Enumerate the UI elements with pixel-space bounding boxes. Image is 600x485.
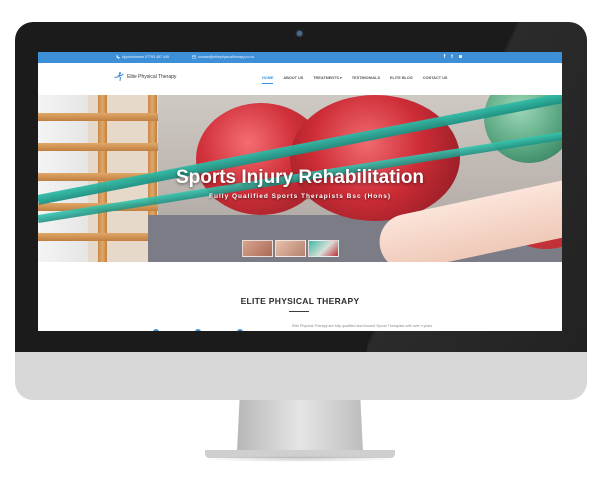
wall-bar-rung <box>38 113 158 121</box>
brand-name: Elite Physical Therapy <box>127 73 177 80</box>
nav-elite-blog[interactable]: ELITE BLOG <box>390 76 413 80</box>
instagram-icon[interactable]: ◙ <box>459 54 462 60</box>
nav-about-us[interactable]: ABOUT US <box>283 76 303 80</box>
website-screen: Appointments 07793 457 445 contact@elite… <box>38 52 562 331</box>
title-divider <box>289 311 309 312</box>
phone-text: Appointments 07793 457 445 <box>122 55 169 59</box>
nav-treatments[interactable]: TREATMENTS ▾ <box>313 76 342 80</box>
feature-icon <box>195 329 201 331</box>
about-section: ELITE PHYSICAL THERAPY Elite Physical Th… <box>38 262 562 331</box>
phone-icon <box>116 55 120 59</box>
slide-thumbnail[interactable] <box>242 240 273 257</box>
hero-title: Sports Injury Rehabilitation <box>175 167 425 188</box>
nav-home[interactable]: HOME <box>262 76 274 84</box>
section-title: ELITE PHYSICAL THERAPY <box>240 296 360 306</box>
stand-shadow <box>200 456 400 462</box>
email-text: contact@elitephysicaltherapy.co.uk <box>198 55 255 59</box>
hero-slider[interactable]: Sports Injury Rehabilitation Fully Quali… <box>38 95 562 262</box>
webcam-icon <box>297 31 302 36</box>
chevron-down-icon: ▾ <box>339 76 342 80</box>
wall-bar-rung <box>38 143 158 151</box>
phone-contact[interactable]: Appointments 07793 457 445 <box>116 55 169 59</box>
nav-contact-us[interactable]: CONTACT US <box>423 76 448 80</box>
feature-icons <box>153 329 243 331</box>
nav-testimonials[interactable]: TESTIMONIALS <box>352 76 380 80</box>
slider-thumbnails <box>242 240 339 257</box>
twitter-icon[interactable]: t <box>451 54 453 60</box>
site-logo[interactable]: Elite Physical Therapy <box>114 72 176 81</box>
email-contact[interactable]: contact@elitephysicaltherapy.co.uk <box>192 55 254 59</box>
contact-topbar: Appointments 07793 457 445 contact@elite… <box>38 52 562 63</box>
feature-icon <box>153 329 159 331</box>
email-icon <box>192 55 196 59</box>
slide-thumbnail[interactable] <box>275 240 306 257</box>
feature-icon <box>237 329 243 331</box>
monitor-stand-neck <box>237 400 363 452</box>
main-nav: HOME ABOUT US TREATMENTS ▾ TESTIMONIALS … <box>262 76 457 84</box>
runner-logo-icon <box>114 72 124 81</box>
main-navbar: Elite Physical Therapy HOME ABOUT US TRE… <box>38 63 562 95</box>
nav-treatments-label: TREATMENTS <box>313 76 339 80</box>
intro-text: Elite Physical Therapy are fully qualifi… <box>292 324 433 328</box>
hero-subtitle: Fully Qualified Sports Therapists Bsc (H… <box>209 193 391 200</box>
wall-bar-rung <box>38 233 158 241</box>
social-links: f t ◙ <box>444 54 462 60</box>
facebook-icon[interactable]: f <box>444 54 446 60</box>
monitor-chin <box>15 352 587 400</box>
slide-thumbnail[interactable] <box>308 240 339 257</box>
